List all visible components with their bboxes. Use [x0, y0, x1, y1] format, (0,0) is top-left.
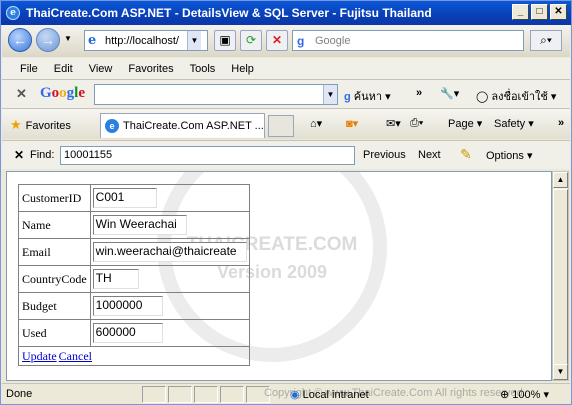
signin-button[interactable]: ◯ ลงชื่อเข้าใช้ ▾ — [476, 87, 556, 105]
table-row: Name Win Weerachai — [18, 211, 250, 239]
tab-favicon: e — [105, 119, 119, 133]
favorites-bar: ★ Favorites e ThaiCreate.Com ASP.NET ... … — [2, 108, 570, 139]
budget-field[interactable]: 1000000 — [92, 296, 163, 316]
table-row: CustomerID C001 — [18, 184, 250, 212]
browser-tab[interactable]: e ThaiCreate.Com ASP.NET ... — [100, 113, 265, 138]
details-view: CustomerID C001 Name Win Weerachai Email… — [18, 184, 250, 366]
google-search-button[interactable]: g ค้นหา ▾ — [344, 87, 391, 105]
search-button[interactable]: ⌕▾ — [530, 30, 562, 51]
field-label: Used — [18, 319, 91, 347]
zoom-button[interactable]: ⊕ 100% ▾ — [500, 388, 549, 401]
minimize-button[interactable]: _ — [512, 4, 529, 20]
email-field[interactable]: win.weerachai@thaicreate — [92, 242, 247, 262]
google-toolbar: ✕ Google ▼ g ค้นหา ▾ » 🔧▾ ◯ ลงชื่อเข้าใช… — [2, 79, 570, 108]
page-menu-button[interactable]: Page ▾ — [448, 117, 482, 130]
find-previous-button[interactable]: Previous — [363, 149, 406, 161]
history-dropdown-icon[interactable]: ▼ — [64, 34, 72, 43]
maximize-button[interactable]: □ — [531, 4, 548, 20]
field-label: Budget — [18, 292, 91, 320]
field-label: Name — [18, 211, 91, 239]
find-next-button[interactable]: Next — [418, 149, 441, 161]
menu-file[interactable]: File — [12, 63, 46, 75]
refresh-button[interactable]: ⟳ — [240, 30, 262, 51]
menu-favorites[interactable]: Favorites — [120, 63, 181, 75]
security-zone: ◉ Local intranet — [290, 389, 369, 401]
find-input[interactable]: 10001155 — [60, 146, 355, 165]
table-row: Update Cancel — [18, 346, 250, 366]
scroll-down-arrow-icon[interactable]: ▼ — [553, 364, 568, 380]
safety-menu-button[interactable]: Safety ▾ — [494, 117, 534, 130]
rss-feed-icon[interactable]: ◙▾ — [346, 117, 358, 130]
forward-button[interactable]: → — [36, 28, 60, 52]
customerid-field[interactable]: C001 — [92, 188, 157, 208]
vertical-scrollbar[interactable]: ▲ ▼ — [552, 171, 569, 381]
search-input[interactable]: Google — [315, 35, 350, 47]
menu-view[interactable]: View — [81, 63, 121, 75]
intranet-globe-icon: ◉ — [290, 389, 300, 401]
menu-edit[interactable]: Edit — [46, 63, 81, 75]
page-content: THAICREATE.COM Version 2009 CustomerID C… — [6, 171, 552, 381]
status-bar: Done Copyright © www.ThaiCreate.Com All … — [2, 383, 570, 404]
search-box[interactable]: g Google — [292, 30, 524, 51]
mail-icon[interactable]: ✉▾ — [386, 117, 401, 130]
find-label: Find: — [30, 149, 55, 161]
wrench-icon[interactable]: 🔧▾ — [440, 87, 459, 100]
scroll-up-arrow-icon[interactable]: ▲ — [553, 172, 568, 188]
scroll-thumb[interactable] — [553, 189, 568, 365]
menu-bar: File Edit View Favorites Tools Help — [2, 58, 570, 79]
highlight-pencil-icon[interactable]: ✎ — [460, 146, 472, 163]
close-toolbar-icon[interactable]: ✕ — [16, 86, 27, 102]
page-icon: e — [88, 32, 97, 48]
field-label: Email — [18, 238, 91, 266]
print-icon[interactable]: ⎙▾ — [410, 117, 423, 130]
close-find-icon[interactable]: ✕ — [14, 148, 24, 162]
google-search-input[interactable]: ▼ — [94, 84, 338, 105]
google-g-icon: g — [344, 91, 351, 103]
google-logo: Google — [40, 85, 86, 101]
navigation-bar: ← → ▼ e http://localhost/ ▼ ▣ ⟳ ✕ g Goog… — [2, 25, 570, 57]
zoom-icon: ⊕ — [500, 389, 510, 401]
field-label: CustomerID — [18, 184, 91, 212]
address-input[interactable]: http://localhost/ — [105, 35, 187, 47]
table-row: Used 600000 — [18, 319, 250, 347]
google-dropdown-icon[interactable]: ▼ — [323, 85, 337, 104]
star-icon: ★ — [10, 117, 22, 132]
ie-icon: e — [6, 6, 20, 20]
command-more-button[interactable]: » — [558, 117, 564, 129]
used-field[interactable]: 600000 — [92, 323, 163, 343]
menu-help[interactable]: Help — [223, 63, 262, 75]
cancel-link[interactable]: Cancel — [59, 349, 92, 363]
compatibility-view-button[interactable]: ▣ — [214, 30, 236, 51]
table-row: Email win.weerachai@thaicreate — [18, 238, 250, 266]
title-bar: e ThaiCreate.Com ASP.NET - DetailsView &… — [1, 1, 571, 25]
address-bar[interactable]: e http://localhost/ ▼ — [84, 30, 208, 51]
find-options-button[interactable]: Options ▾ — [486, 149, 533, 162]
window-title: ThaiCreate.Com ASP.NET - DetailsView & S… — [26, 6, 432, 20]
table-row: CountryCode TH — [18, 265, 250, 293]
favorites-button[interactable]: ★ Favorites — [10, 117, 71, 133]
new-tab-button[interactable] — [268, 115, 294, 137]
status-text: Done — [6, 388, 33, 400]
tab-title: ThaiCreate.Com ASP.NET ... — [123, 120, 264, 132]
google-more-button[interactable]: » — [416, 87, 422, 99]
find-bar: ✕ Find: 10001155 Previous Next ✎ Options… — [2, 140, 570, 169]
stop-button[interactable]: ✕ — [266, 30, 288, 51]
field-label: CountryCode — [18, 265, 91, 293]
address-dropdown-icon[interactable]: ▼ — [187, 31, 201, 50]
table-row: Budget 1000000 — [18, 292, 250, 320]
menu-tools[interactable]: Tools — [182, 63, 224, 75]
close-button[interactable]: ✕ — [550, 4, 567, 20]
countrycode-field[interactable]: TH — [92, 269, 139, 289]
name-field[interactable]: Win Weerachai — [92, 215, 187, 235]
user-circle-icon: ◯ — [476, 91, 489, 103]
browser-window: e ThaiCreate.Com ASP.NET - DetailsView &… — [0, 0, 572, 405]
back-button[interactable]: ← — [8, 28, 32, 52]
home-icon[interactable]: ⌂▾ — [310, 117, 322, 130]
update-link[interactable]: Update — [22, 349, 57, 363]
google-search-icon: g — [297, 33, 305, 48]
